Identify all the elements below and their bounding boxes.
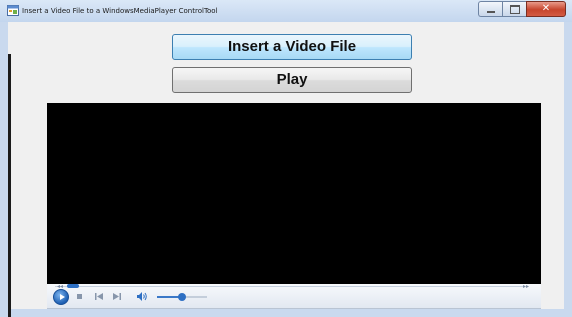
title-bar[interactable]: Insert a Video File to a WindowsMediaPla… xyxy=(0,0,572,22)
seek-bar[interactable] xyxy=(55,286,525,287)
window-title: Insert a Video File to a WindowsMediaPla… xyxy=(22,7,218,15)
play-button[interactable]: Play xyxy=(172,67,412,93)
close-icon: ✕ xyxy=(541,3,551,14)
previous-icon[interactable] xyxy=(95,293,103,300)
next-icon[interactable] xyxy=(113,293,121,300)
minimize-icon xyxy=(486,11,495,13)
seek-thumb[interactable] xyxy=(67,284,79,288)
stop-icon[interactable] xyxy=(77,294,82,299)
app-form-icon xyxy=(7,5,19,16)
seek-end-marker: ▸▸ xyxy=(523,283,530,290)
maximize-icon xyxy=(509,4,520,14)
insert-video-file-button[interactable]: Insert a Video File xyxy=(172,34,412,60)
media-player-screen[interactable] xyxy=(47,103,541,284)
volume-icon[interactable] xyxy=(137,292,147,301)
maximize-button[interactable] xyxy=(502,1,526,17)
close-button[interactable]: ✕ xyxy=(526,1,566,17)
left-edge-bar xyxy=(8,54,11,317)
main-window: Insert a Video File to a WindowsMediaPla… xyxy=(0,0,572,317)
volume-slider-thumb[interactable] xyxy=(178,293,186,301)
media-player-controls: ◂◂ ▸▸ xyxy=(47,284,541,309)
minimize-button[interactable] xyxy=(478,1,502,17)
player-play-button[interactable] xyxy=(53,289,69,305)
caption-buttons: ✕ xyxy=(478,1,566,17)
